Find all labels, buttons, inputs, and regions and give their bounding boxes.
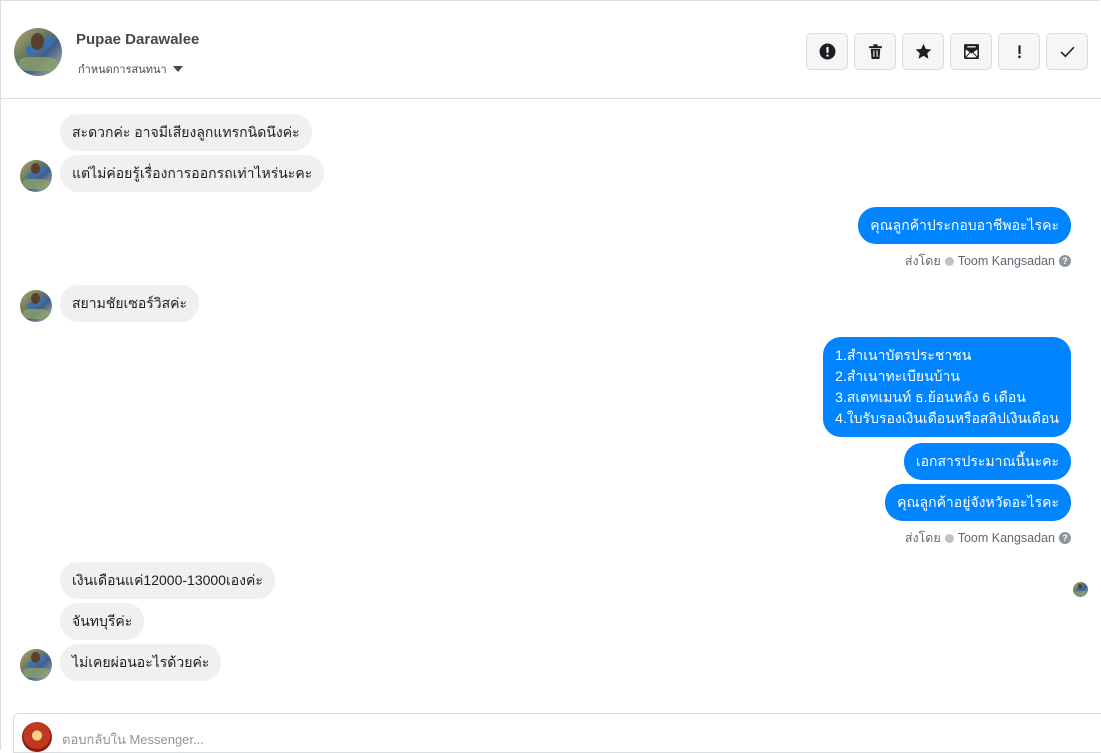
help-icon[interactable]: ?	[1059, 255, 1071, 267]
star-button[interactable]	[902, 33, 944, 70]
mark-unread-button[interactable]	[950, 33, 992, 70]
mail-icon	[963, 44, 979, 59]
message-line: 3.สเตทเมนท์ ธ.ย้อนหลัง 6 เดือน	[835, 389, 1026, 405]
message-line: 1.สำเนาบัตรประชาชน	[835, 347, 972, 363]
contact-avatar[interactable]	[14, 28, 62, 76]
message-bubble-incoming[interactable]: เงินเดือนแค่12000-13000เองค่ะ	[60, 562, 275, 599]
message-bubble-incoming[interactable]: ไม่เคยผ่อนอะไรด้วยค่ะ	[60, 644, 222, 681]
sent-by-prefix: ส่งโดย	[904, 254, 941, 268]
sent-by-agent[interactable]: Toom Kangsadan	[958, 531, 1055, 545]
contact-avatar-small	[20, 290, 52, 322]
message-bubble-outgoing[interactable]: คุณลูกค้าอยู่จังหวัดอะไรคะ	[885, 484, 1071, 521]
exclamation-icon	[1017, 45, 1021, 59]
reply-composer[interactable]: ตอบกลับใน Messenger...	[13, 713, 1101, 753]
trash-icon	[868, 44, 882, 59]
seen-indicator-avatar	[1073, 582, 1088, 597]
alert-circle-icon	[819, 43, 835, 60]
message-bubble-incoming[interactable]: จันทบุรีค่ะ	[60, 603, 145, 640]
reply-input-placeholder[interactable]: ตอบกลับใน Messenger...	[62, 729, 204, 750]
checkmark-icon	[1060, 46, 1074, 58]
sent-by-prefix: ส่งโดย	[904, 531, 941, 545]
caret-down-icon	[172, 66, 183, 72]
conversation-header: Pupae Darawalee กำหนดการสนทนา	[1, 1, 1101, 99]
message-list: สะดวกค่ะ อาจมีเสียงลูกแทรกนิดนึงค่ะ แต่ไ…	[0, 100, 1101, 710]
message-bubble-outgoing[interactable]: คุณลูกค้าประกอบอาชีพอะไรคะ	[858, 207, 1071, 244]
star-icon	[915, 43, 931, 59]
message-line: 2.สำเนาทะเบียนบ้าน	[835, 368, 960, 384]
contact-avatar-small	[20, 160, 52, 192]
delete-button[interactable]	[854, 33, 896, 70]
sent-by-label: ส่งโดย Toom Kangsadan ?	[905, 528, 1071, 548]
mark-done-button[interactable]	[1046, 33, 1088, 70]
spam-button[interactable]	[998, 33, 1040, 70]
agent-status-icon	[944, 256, 954, 266]
contact-avatar-small	[20, 649, 52, 681]
help-icon[interactable]: ?	[1059, 532, 1071, 544]
message-line: 4.ใบรับรองเงินเดือนหรือสลิปเงินเดือน	[835, 410, 1059, 426]
report-button[interactable]	[806, 33, 848, 70]
conversation-toolbar	[806, 33, 1088, 70]
conversation-settings-dropdown[interactable]: กำหนดการสนทนา	[78, 60, 183, 78]
message-bubble-incoming[interactable]: สะดวกค่ะ อาจมีเสียงลูกแทรกนิดนึงค่ะ	[60, 114, 312, 151]
sent-by-agent[interactable]: Toom Kangsadan	[958, 254, 1055, 268]
conversation-settings-label: กำหนดการสนทนา	[78, 63, 167, 76]
contact-name[interactable]: Pupae Darawalee	[76, 31, 199, 48]
page-avatar	[22, 722, 52, 752]
agent-status-icon	[944, 533, 954, 543]
message-bubble-incoming[interactable]: แต่ไม่ค่อยรู้เรื่องการออกรถเท่าไหร่นะคะ	[60, 155, 325, 192]
message-bubble-incoming[interactable]: สยามชัยเซอร์วิสค่ะ	[60, 285, 200, 322]
message-bubble-outgoing[interactable]: เอกสารประมาณนี้นะคะ	[903, 443, 1071, 480]
message-bubble-outgoing[interactable]: 1.สำเนาบัตรประชาชน 2.สำเนาทะเบียนบ้าน 3.…	[823, 337, 1071, 437]
sent-by-label: ส่งโดย Toom Kangsadan ?	[905, 251, 1071, 271]
